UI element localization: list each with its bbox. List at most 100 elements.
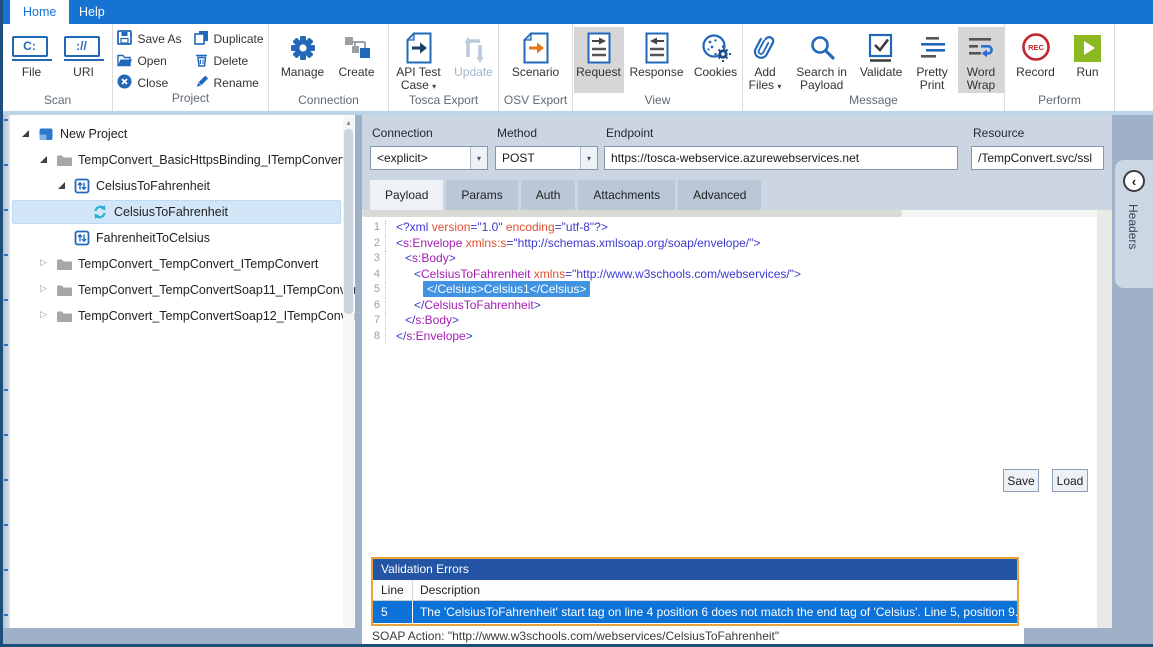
button-label: Run — [1076, 66, 1098, 79]
tree-item-fahrenheittocelsius[interactable]: FahrenheitToCelsius — [10, 225, 355, 251]
validate-button[interactable]: Validate — [856, 27, 906, 93]
button-label: Pretty Print — [910, 66, 954, 92]
line-number: 2 — [362, 236, 386, 252]
tree-item-label: New Project — [60, 127, 127, 141]
scrollbar-thumb[interactable] — [362, 210, 902, 217]
tab-payload[interactable]: Payload — [370, 180, 443, 210]
button-label: Word Wrap — [958, 66, 1004, 92]
project-tree: New Project TempConvert_BasicHttpsBindin… — [10, 115, 355, 628]
tree-item-new-project[interactable]: New Project — [10, 121, 355, 147]
expander-expanded-icon[interactable] — [22, 130, 29, 137]
endpoint-field[interactable] — [604, 146, 958, 170]
tree-item-tempconvert-soap12[interactable]: ▷ TempConvert_TempConvertSoap12_ITempCon… — [10, 303, 355, 329]
tree-item-label: TempConvert_TempConvertSoap12_ITempConve… — [78, 309, 361, 323]
duplicate-icon — [194, 30, 209, 48]
create-button[interactable]: Create — [333, 27, 381, 93]
scenario-button[interactable]: Scenario — [508, 27, 564, 93]
save-as-button[interactable]: Save As — [117, 31, 181, 47]
column-header-line[interactable]: Line — [373, 580, 413, 600]
svg-text:REC: REC — [1028, 43, 1044, 52]
request-button[interactable]: Request — [574, 27, 624, 93]
ribbon-group-label: Tosca Export — [389, 93, 498, 111]
editor-horizontal-scrollbar[interactable] — [362, 210, 1097, 217]
xml-token: </ — [405, 313, 415, 327]
headers-panel-label[interactable]: Headers — [1126, 204, 1140, 249]
resource-field[interactable] — [971, 146, 1104, 170]
scrollbar-thumb[interactable] — [344, 129, 353, 314]
validation-error-row[interactable]: 5 The 'CelsiusToFahrenheit' start tag on… — [373, 601, 1017, 623]
tree-item-celsiustofahrenheit-operation[interactable]: CelsiusToFahrenheit — [10, 173, 355, 199]
checkbox-check-icon — [867, 30, 895, 66]
uri-button[interactable]: :// URI — [60, 27, 108, 93]
load-button[interactable]: Load — [1052, 469, 1088, 492]
xml-code: <s:Body> — [386, 251, 456, 267]
tree-item-tempconvert-tempconvert[interactable]: ▷ TempConvert_TempConvert_ITempConvert — [10, 251, 355, 277]
save-button[interactable]: Save — [1003, 469, 1039, 492]
rename-button[interactable]: Rename — [194, 75, 264, 91]
close-button[interactable]: Close — [117, 75, 181, 91]
scroll-up-icon[interactable]: ▴ — [343, 118, 354, 127]
tab-attachments[interactable]: Attachments — [578, 180, 675, 210]
dropdown-arrow-icon: ▾ — [777, 82, 781, 91]
tree-item-celsiustofahrenheit-request[interactable]: CelsiusToFahrenheit — [10, 199, 355, 225]
xml-token: CelsiusToFahrenheit — [421, 267, 530, 281]
connection-select[interactable]: <explicit> ▾ — [370, 146, 488, 170]
tab-home[interactable]: Home — [10, 0, 69, 24]
gear-icon — [288, 30, 318, 66]
xml-code: </s:Envelope> — [386, 329, 473, 345]
record-button[interactable]: REC Record — [1010, 27, 1062, 93]
tree-item-label: FahrenheitToCelsius — [96, 231, 210, 245]
panel-splitter[interactable] — [355, 115, 362, 628]
search-in-payload-button[interactable]: Search in Payload — [791, 27, 852, 93]
tab-params[interactable]: Params — [446, 180, 517, 210]
pretty-print-button[interactable]: Pretty Print — [910, 27, 954, 93]
tab-auth[interactable]: Auth — [521, 180, 576, 210]
button-label: Record — [1016, 66, 1055, 79]
delete-button[interactable]: Delete — [194, 53, 264, 69]
tree-scrollbar[interactable]: ▴ — [343, 116, 354, 627]
expander-collapsed-icon[interactable]: ▷ — [40, 283, 47, 294]
expander-collapsed-icon[interactable]: ▷ — [40, 257, 47, 268]
expander-expanded-icon[interactable] — [40, 156, 47, 163]
button-label: Close — [137, 76, 168, 90]
tab-help[interactable]: Help — [66, 0, 118, 24]
method-select[interactable]: POST ▾ — [495, 146, 598, 170]
headers-collapsed-panel[interactable]: ‹ Headers — [1115, 160, 1153, 288]
xml-token: s:Body — [415, 313, 452, 327]
xml-token: s:Envelope — [403, 236, 462, 250]
xml-code: <?xml version="1.0" encoding="utf-8"?> — [386, 220, 608, 236]
tree-item-tempconvert-soap11[interactable]: ▷ TempConvert_TempConvertSoap11_ITempCon… — [10, 277, 355, 303]
xml-token: s:Body — [412, 251, 449, 265]
word-wrap-button[interactable]: Word Wrap — [958, 27, 1004, 93]
cookies-button[interactable]: Cookies — [690, 27, 742, 93]
ribbon-group-label: View — [573, 93, 742, 111]
column-header-description[interactable]: Description — [413, 583, 480, 597]
add-files-button[interactable]: Add Files ▾ — [743, 27, 787, 93]
api-test-case-button[interactable]: API Test Case ▾ — [391, 27, 447, 93]
manage-button[interactable]: Manage — [277, 27, 329, 93]
xml-token: encoding — [506, 220, 555, 234]
error-description: The 'CelsiusToFahrenheit' start tag on l… — [413, 605, 1017, 619]
ribbon-group-osv-export: Scenario OSV Export — [499, 24, 573, 111]
xml-line: 1 <?xml version="1.0" encoding="utf-8"?> — [362, 220, 1097, 236]
run-button[interactable]: Run — [1066, 27, 1110, 93]
refresh-request-icon — [92, 204, 108, 220]
response-button[interactable]: Response — [628, 27, 686, 93]
button-label: Search in Payload — [791, 66, 852, 92]
file-button[interactable]: C: File — [8, 27, 56, 93]
expander-collapsed-icon[interactable]: ▷ — [40, 309, 47, 320]
expander-expanded-icon[interactable] — [58, 182, 65, 189]
duplicate-button[interactable]: Duplicate — [194, 31, 264, 47]
tab-advanced[interactable]: Advanced — [678, 180, 761, 210]
open-button[interactable]: Open — [117, 53, 181, 69]
play-icon — [1074, 30, 1101, 66]
xml-token: </ — [396, 329, 406, 343]
editor-vertical-scrollbar[interactable] — [1097, 210, 1112, 628]
tree-item-label: TempConvert_TempConvertSoap11_ITempConve… — [78, 283, 361, 297]
tree-item-tempconvert-basichttpsbinding[interactable]: TempConvert_BasicHttpsBinding_ITempConve… — [10, 147, 355, 173]
line-number: 6 — [362, 298, 386, 314]
xml-token: ="http://schemas.xmlsoap.org/soap/envelo… — [506, 236, 760, 250]
expand-panel-button[interactable]: ‹ — [1123, 170, 1145, 192]
xml-content[interactable]: 1 <?xml version="1.0" encoding="utf-8"?>… — [362, 220, 1097, 344]
operation-swap-icon — [74, 178, 90, 194]
